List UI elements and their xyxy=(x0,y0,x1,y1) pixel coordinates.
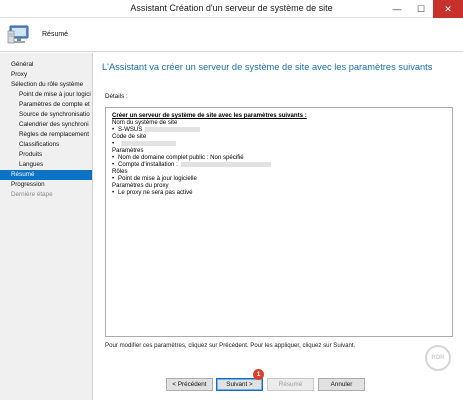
wizard-header: Résumé xyxy=(0,18,463,52)
site-code-label: Code de site xyxy=(112,133,147,140)
previous-button[interactable]: < Précédent xyxy=(166,378,213,391)
redacted-text xyxy=(121,140,176,146)
nav-item-general[interactable]: Général xyxy=(0,60,92,70)
wizard-body: Général Proxy Sélection du rôle système … xyxy=(0,53,463,400)
cancel-button[interactable]: Annuler xyxy=(318,378,365,391)
nav-item-sync-schedule[interactable]: Calendrier des synchroni xyxy=(0,120,92,130)
page-title: Résumé xyxy=(42,31,69,38)
nav-item-summary[interactable]: Résumé xyxy=(0,170,92,180)
site-system-name-value-row: S-WSUS xyxy=(112,126,446,133)
wizard-step-nav: Général Proxy Sélection du rôle système … xyxy=(0,53,92,400)
nav-item-system-role-selection[interactable]: Sélection du rôle système xyxy=(0,80,92,90)
annotation-badge: 1 xyxy=(253,369,264,380)
nav-item-supersedence-rules[interactable]: Règles de remplacement xyxy=(0,130,92,140)
install-account-line: Compte d'installation : xyxy=(118,161,178,168)
role-line: Point de mise à jour logicielle xyxy=(112,175,446,182)
nav-item-sync-source[interactable]: Source de synchronisatio xyxy=(0,110,92,120)
nav-item-software-update-point[interactable]: Point de mise à jour logici xyxy=(0,90,92,100)
install-account-row: Compte d'installation : xyxy=(112,161,446,168)
nav-item-completion: Dernière étape xyxy=(11,191,53,198)
title-bar: Assistant Création d'un serveur de systè… xyxy=(0,0,463,18)
proxy-line: Le proxy ne sera pas activé xyxy=(112,189,446,196)
minimize-button[interactable]: — xyxy=(385,0,409,18)
next-button[interactable]: Suivant > xyxy=(216,378,263,391)
details-summary-title: Créer un serveur de système de site avec… xyxy=(112,112,307,119)
parameters-label: Paramètres xyxy=(112,147,144,154)
nav-item-languages[interactable]: Langues xyxy=(0,160,92,170)
nav-item-account-settings[interactable]: Paramètres de compte et xyxy=(0,100,92,110)
site-system-name-value: S-WSUS xyxy=(118,126,143,133)
proxy-params-label: Paramètres du proxy xyxy=(112,182,169,189)
details-label: Détails : xyxy=(105,93,128,100)
watermark-logo: RDR xyxy=(425,345,451,371)
roles-label: Rôles xyxy=(112,168,128,175)
nav-item-classifications[interactable]: Classifications xyxy=(0,140,92,150)
footer-instruction: Pour modifier ces paramètres, cliquez su… xyxy=(105,342,356,349)
main-heading: L'Assistant va créer un serveur de systè… xyxy=(102,62,433,72)
maximize-button[interactable]: ☐ xyxy=(409,0,433,18)
server-computer-icon xyxy=(7,22,31,46)
site-code-value-row xyxy=(112,140,446,147)
nav-item-products[interactable]: Produits xyxy=(0,150,92,160)
main-panel: L'Assistant va créer un serveur de systè… xyxy=(92,53,463,400)
redacted-text xyxy=(180,161,271,167)
details-textbox[interactable]: Créer un serveur de système de site avec… xyxy=(105,107,453,337)
nav-item-progress[interactable]: Progression xyxy=(0,180,92,190)
summary-button: Résumé xyxy=(267,378,314,391)
close-button[interactable]: ✕ xyxy=(433,0,463,18)
redacted-text xyxy=(145,126,201,132)
nav-item-proxy[interactable]: Proxy xyxy=(0,70,92,80)
site-system-name-label: Nom du système de site xyxy=(112,119,178,126)
fqdn-line: Nom de domaine complet public : Non spéc… xyxy=(112,154,446,161)
